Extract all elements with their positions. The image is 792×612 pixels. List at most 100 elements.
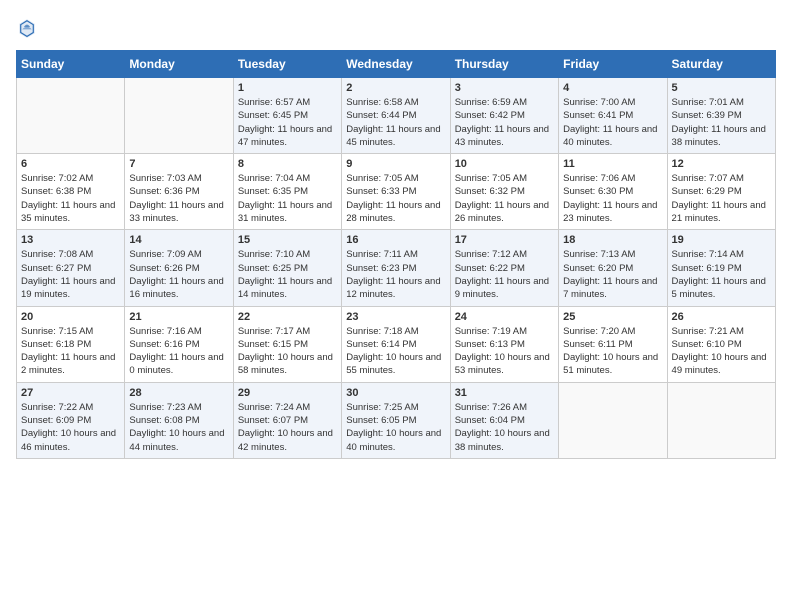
day-info: Sunrise: 7:07 AM Sunset: 6:29 PM Dayligh…: [672, 172, 771, 225]
calendar-cell: 23 Sunrise: 7:18 AM Sunset: 6:14 PM Dayli…: [342, 306, 450, 382]
day-info: Sunrise: 7:10 AM Sunset: 6:25 PM Dayligh…: [238, 248, 337, 301]
day-of-week-header: Monday: [125, 51, 233, 78]
day-info: Sunrise: 7:04 AM Sunset: 6:35 PM Dayligh…: [238, 172, 337, 225]
calendar-cell: 27 Sunrise: 7:22 AM Sunset: 6:09 PM Dayli…: [17, 382, 125, 458]
calendar-cell: 13Sunrise: 7:08 AM Sunset: 6:27 PM Dayli…: [17, 230, 125, 306]
calendar-cell: 10 Sunrise: 7:05 AM Sunset: 6:32 PM Dayli…: [450, 154, 558, 230]
day-info: Sunrise: 7:05 AM Sunset: 6:32 PM Dayligh…: [455, 172, 554, 225]
day-number: 9: [346, 158, 445, 170]
calendar-cell: [559, 382, 667, 458]
day-info: Sunrise: 7:12 AM Sunset: 6:22 PM Dayligh…: [455, 248, 554, 301]
calendar-cell: 4Sunrise: 7:00 AM Sunset: 6:41 PM Daylig…: [559, 78, 667, 154]
calendar-cell: 22 Sunrise: 7:17 AM Sunset: 6:15 PM Dayli…: [233, 306, 341, 382]
day-info: Sunrise: 7:06 AM Sunset: 6:30 PM Dayligh…: [563, 172, 662, 225]
day-info: Sunrise: 6:57 AM Sunset: 6:45 PM Dayligh…: [238, 96, 337, 149]
day-info: Sunrise: 7:26 AM Sunset: 6:04 PM Dayligh…: [455, 401, 554, 454]
day-info: Sunrise: 7:02 AM Sunset: 6:38 PM Dayligh…: [21, 172, 120, 225]
day-number: 31: [455, 387, 554, 399]
day-number: 2: [346, 82, 445, 94]
day-number: 29: [238, 387, 337, 399]
day-of-week-header: Tuesday: [233, 51, 341, 78]
day-number: 8: [238, 158, 337, 170]
calendar-week-row: 1 Sunrise: 6:57 AM Sunset: 6:45 PM Daylig…: [17, 78, 776, 154]
day-number: 1: [238, 82, 337, 94]
day-info: Sunrise: 7:18 AM Sunset: 6:14 PM Dayligh…: [346, 325, 445, 378]
calendar-cell: 29 Sunrise: 7:24 AM Sunset: 6:07 PM Dayli…: [233, 382, 341, 458]
day-info: Sunrise: 7:22 AM Sunset: 6:09 PM Dayligh…: [21, 401, 120, 454]
calendar-cell: 3 Sunrise: 6:59 AM Sunset: 6:42 PM Daylig…: [450, 78, 558, 154]
day-number: 18: [563, 234, 662, 246]
day-info: Sunrise: 7:13 AM Sunset: 6:20 PM Dayligh…: [563, 248, 662, 301]
calendar-cell: 17 Sunrise: 7:12 AM Sunset: 6:22 PM Dayli…: [450, 230, 558, 306]
day-number: 14: [129, 234, 228, 246]
calendar-cell: 12 Sunrise: 7:07 AM Sunset: 6:29 PM Dayli…: [667, 154, 775, 230]
calendar-cell: [667, 382, 775, 458]
calendar-cell: 15 Sunrise: 7:10 AM Sunset: 6:25 PM Dayli…: [233, 230, 341, 306]
calendar-cell: 28Sunrise: 7:23 AM Sunset: 6:08 PM Dayli…: [125, 382, 233, 458]
day-info: Sunrise: 7:03 AM Sunset: 6:36 PM Dayligh…: [129, 172, 228, 225]
calendar-cell: 25Sunrise: 7:20 AM Sunset: 6:11 PM Dayli…: [559, 306, 667, 382]
day-number: 12: [672, 158, 771, 170]
day-number: 30: [346, 387, 445, 399]
day-of-week-header: Thursday: [450, 51, 558, 78]
day-of-week-header: Friday: [559, 51, 667, 78]
day-of-week-header: Sunday: [17, 51, 125, 78]
day-info: Sunrise: 7:01 AM Sunset: 6:39 PM Dayligh…: [672, 96, 771, 149]
calendar-cell: 7 Sunrise: 7:03 AM Sunset: 6:36 PM Daylig…: [125, 154, 233, 230]
calendar-cell: 11 Sunrise: 7:06 AM Sunset: 6:30 PM Dayli…: [559, 154, 667, 230]
calendar-cell: 16Sunrise: 7:11 AM Sunset: 6:23 PM Dayli…: [342, 230, 450, 306]
day-info: Sunrise: 7:19 AM Sunset: 6:13 PM Dayligh…: [455, 325, 554, 378]
calendar-week-row: 20Sunrise: 7:15 AM Sunset: 6:18 PM Dayli…: [17, 306, 776, 382]
day-number: 22: [238, 311, 337, 323]
day-number: 6: [21, 158, 120, 170]
day-number: 23: [346, 311, 445, 323]
calendar-cell: 20Sunrise: 7:15 AM Sunset: 6:18 PM Dayli…: [17, 306, 125, 382]
calendar-cell: 30Sunrise: 7:25 AM Sunset: 6:05 PM Dayli…: [342, 382, 450, 458]
day-of-week-header: Saturday: [667, 51, 775, 78]
day-number: 5: [672, 82, 771, 94]
calendar-cell: [125, 78, 233, 154]
calendar-cell: [17, 78, 125, 154]
calendar-cell: 26 Sunrise: 7:21 AM Sunset: 6:10 PM Dayli…: [667, 306, 775, 382]
day-number: 7: [129, 158, 228, 170]
logo: [16, 16, 40, 38]
calendar-cell: 2 Sunrise: 6:58 AM Sunset: 6:44 PM Daylig…: [342, 78, 450, 154]
day-number: 26: [672, 311, 771, 323]
calendar-cell: 21 Sunrise: 7:16 AM Sunset: 6:16 PM Dayli…: [125, 306, 233, 382]
day-info: Sunrise: 7:21 AM Sunset: 6:10 PM Dayligh…: [672, 325, 771, 378]
day-info: Sunrise: 7:00 AM Sunset: 6:41 PM Dayligh…: [563, 96, 662, 149]
day-number: 13: [21, 234, 120, 246]
calendar-week-row: 27 Sunrise: 7:22 AM Sunset: 6:09 PM Dayli…: [17, 382, 776, 458]
day-info: Sunrise: 7:17 AM Sunset: 6:15 PM Dayligh…: [238, 325, 337, 378]
day-info: Sunrise: 7:05 AM Sunset: 6:33 PM Dayligh…: [346, 172, 445, 225]
calendar-cell: 19 Sunrise: 7:14 AM Sunset: 6:19 PM Dayli…: [667, 230, 775, 306]
calendar-week-row: 6 Sunrise: 7:02 AM Sunset: 6:38 PM Daylig…: [17, 154, 776, 230]
day-info: Sunrise: 7:20 AM Sunset: 6:11 PM Dayligh…: [563, 325, 662, 378]
day-number: 17: [455, 234, 554, 246]
calendar-cell: 24 Sunrise: 7:19 AM Sunset: 6:13 PM Dayli…: [450, 306, 558, 382]
day-number: 19: [672, 234, 771, 246]
day-number: 27: [21, 387, 120, 399]
day-info: Sunrise: 7:24 AM Sunset: 6:07 PM Dayligh…: [238, 401, 337, 454]
day-number: 10: [455, 158, 554, 170]
day-info: Sunrise: 7:14 AM Sunset: 6:19 PM Dayligh…: [672, 248, 771, 301]
calendar-header-row: SundayMondayTuesdayWednesdayThursdayFrid…: [17, 51, 776, 78]
calendar-cell: 6 Sunrise: 7:02 AM Sunset: 6:38 PM Daylig…: [17, 154, 125, 230]
calendar-cell: 1 Sunrise: 6:57 AM Sunset: 6:45 PM Daylig…: [233, 78, 341, 154]
day-info: Sunrise: 6:59 AM Sunset: 6:42 PM Dayligh…: [455, 96, 554, 149]
day-info: Sunrise: 6:58 AM Sunset: 6:44 PM Dayligh…: [346, 96, 445, 149]
calendar-cell: 5 Sunrise: 7:01 AM Sunset: 6:39 PM Daylig…: [667, 78, 775, 154]
day-number: 24: [455, 311, 554, 323]
day-info: Sunrise: 7:15 AM Sunset: 6:18 PM Dayligh…: [21, 325, 120, 378]
calendar-cell: 31 Sunrise: 7:26 AM Sunset: 6:04 PM Dayli…: [450, 382, 558, 458]
calendar-week-row: 13Sunrise: 7:08 AM Sunset: 6:27 PM Dayli…: [17, 230, 776, 306]
day-number: 15: [238, 234, 337, 246]
day-info: Sunrise: 7:23 AM Sunset: 6:08 PM Dayligh…: [129, 401, 228, 454]
day-info: Sunrise: 7:09 AM Sunset: 6:26 PM Dayligh…: [129, 248, 228, 301]
day-number: 11: [563, 158, 662, 170]
day-number: 21: [129, 311, 228, 323]
calendar-cell: 14 Sunrise: 7:09 AM Sunset: 6:26 PM Dayli…: [125, 230, 233, 306]
day-number: 3: [455, 82, 554, 94]
day-info: Sunrise: 7:16 AM Sunset: 6:16 PM Dayligh…: [129, 325, 228, 378]
page-header: [16, 16, 776, 38]
